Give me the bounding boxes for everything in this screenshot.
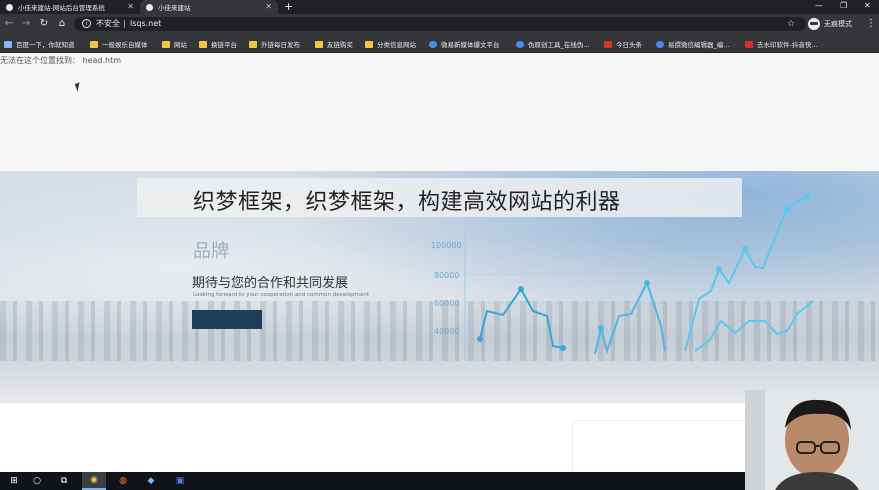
app2-icon[interactable]: ▣ [168, 472, 192, 490]
y-tick: 80000 [434, 271, 459, 280]
incognito-label: 无痕模式 [824, 20, 852, 28]
y-tick: 60000 [434, 299, 459, 308]
incognito-icon [808, 18, 820, 30]
bookmark-item[interactable]: 伪原创工具_在线伪... [516, 39, 589, 49]
reload-icon[interactable]: ↻ [37, 17, 51, 31]
mouse-cursor-icon [74, 82, 83, 92]
menu-icon[interactable]: ⋮ [866, 17, 876, 31]
chart-point [742, 246, 748, 252]
folder-icon [199, 40, 207, 48]
banner-subtitle-english: Looking forward to your cooperation and … [193, 292, 369, 298]
close-window-button[interactable]: ✕ [864, 0, 871, 12]
bookmark-label: 伪原创工具_在线伪... [528, 41, 590, 49]
bookmark-label: 友链购买 [327, 41, 353, 49]
tab-title: 小佳来建站-网站后台管理系统 [18, 4, 105, 12]
bookmark-item[interactable]: 友链购买 [315, 39, 353, 49]
chart-point [644, 280, 650, 286]
divider [124, 20, 125, 28]
chart-point [804, 193, 810, 199]
search-icon[interactable]: ○ [25, 472, 49, 490]
tab-strip: 小佳来建站-网站后台管理系统 ✕ 小佳来建站 ✕ + — ❐ ✕ [0, 0, 879, 14]
chart-point [477, 336, 483, 342]
forward-icon[interactable]: → [19, 17, 33, 31]
chrome-icon[interactable]: ◉ [82, 472, 106, 490]
bookmark-label: 换链平台 [211, 41, 237, 49]
folder-icon [90, 40, 98, 48]
security-label[interactable]: 不安全 [96, 18, 120, 30]
home-icon[interactable]: ⌂ [55, 17, 69, 31]
toutiao-icon [604, 40, 612, 48]
folder-icon [315, 40, 323, 48]
overlay-title: 织梦框架，织梦框架，构建高效网站的利器 [193, 190, 621, 215]
bookmark-item[interactable]: 今日头条 [604, 39, 642, 49]
windows-taskbar: ⊞ ○ ⧉ ◉ ◍ ◆ ▣ [0, 472, 745, 490]
webcam-video [745, 390, 879, 490]
info-icon[interactable]: i [82, 19, 91, 28]
folder-icon [162, 40, 170, 48]
bookmark-label: 去水印软件-抖音快... [757, 41, 818, 49]
bookmark-label: 易撰微信编辑器_编... [668, 41, 730, 49]
task-view-icon[interactable]: ⧉ [52, 472, 76, 490]
site-favicon-icon [146, 3, 153, 11]
new-tab-button[interactable]: + [284, 0, 293, 13]
close-tab-icon[interactable]: ✕ [127, 2, 134, 11]
bookmark-item[interactable]: 分类信息网站 [365, 39, 416, 49]
chart-point [784, 206, 790, 212]
chart-point [598, 325, 604, 331]
bookmark-label: 分类信息网站 [377, 41, 416, 49]
bookmark-item[interactable]: 去水印软件-抖音快... [745, 39, 818, 49]
globe-icon [429, 40, 437, 48]
bookmark-label: 百度一下，你就知道 [16, 41, 75, 49]
chart-line-4 [694, 300, 814, 352]
folder-icon [365, 40, 373, 48]
site-favicon-icon [6, 3, 13, 11]
incognito-badge[interactable]: 无痕模式 [808, 17, 852, 31]
banner-subtitle: 期待与您的合作和共同发展 [192, 276, 349, 291]
bookmark-item[interactable]: 外链每日发布 [249, 39, 300, 49]
chart-point [518, 286, 524, 292]
firefox-icon[interactable]: ◍ [111, 472, 135, 490]
bookmark-item[interactable]: 一极娱乐自媒体 [90, 39, 148, 49]
back-icon[interactable]: ← [2, 17, 16, 31]
bookmark-label: 一极娱乐自媒体 [102, 41, 148, 49]
globe-icon [516, 40, 524, 48]
app-icon[interactable]: ◆ [139, 472, 163, 490]
bookmark-label: 微易新媒体爆文平台 [441, 41, 500, 49]
bookmarks-bar: 百度一下，你就知道 一极娱乐自媒体 网站 换链平台 外链每日发布 友链购买 分类… [0, 34, 879, 53]
bookmark-label: 网站 [174, 41, 187, 49]
bookmark-label: 外链每日发布 [261, 41, 300, 49]
bookmark-item[interactable]: 易撰微信编辑器_编... [656, 39, 729, 49]
bookmark-item[interactable]: 网站 [162, 39, 187, 49]
bookmark-item[interactable]: 换链平台 [199, 39, 237, 49]
start-icon[interactable]: ⊞ [2, 472, 26, 490]
paw-icon [4, 40, 12, 48]
tab-title: 小佳来建站 [158, 4, 191, 12]
bookmark-item[interactable]: 百度一下，你就知道 [4, 39, 75, 49]
pin-icon [656, 40, 664, 48]
chart-line-1 [479, 287, 564, 349]
address-bar[interactable]: i 不安全 lsqs.net ☆ [74, 17, 806, 31]
chart-point [716, 266, 722, 272]
error-message: 无法在这个位置找到： head.htm [0, 56, 122, 65]
bookmark-item[interactable]: 微易新媒体爆文平台 [429, 39, 500, 49]
banner-title-fragment: 品牌 [193, 241, 229, 262]
banner-button[interactable] [192, 310, 262, 329]
chart-point [560, 345, 566, 351]
red-icon [745, 40, 753, 48]
browser-toolbar: ← → ↻ ⌂ i 不安全 lsqs.net ☆ [0, 14, 879, 34]
y-tick: 40000 [434, 327, 459, 336]
person-image [745, 390, 879, 490]
chart-line-2 [594, 280, 666, 355]
y-tick: 100000 [431, 241, 462, 250]
minimize-button[interactable]: — [815, 0, 823, 12]
tab-admin[interactable]: 小佳来建站-网站后台管理系统 ✕ [0, 0, 140, 14]
maximize-button[interactable]: ❐ [840, 0, 847, 12]
url-text[interactable]: lsqs.net [130, 18, 161, 30]
bookmark-star-icon[interactable]: ☆ [787, 18, 795, 30]
content-card [572, 420, 752, 472]
tab-site[interactable]: 小佳来建站 ✕ [140, 0, 278, 14]
close-tab-icon[interactable]: ✕ [265, 2, 272, 11]
bookmark-label: 今日头条 [616, 41, 642, 49]
folder-icon [249, 40, 257, 48]
